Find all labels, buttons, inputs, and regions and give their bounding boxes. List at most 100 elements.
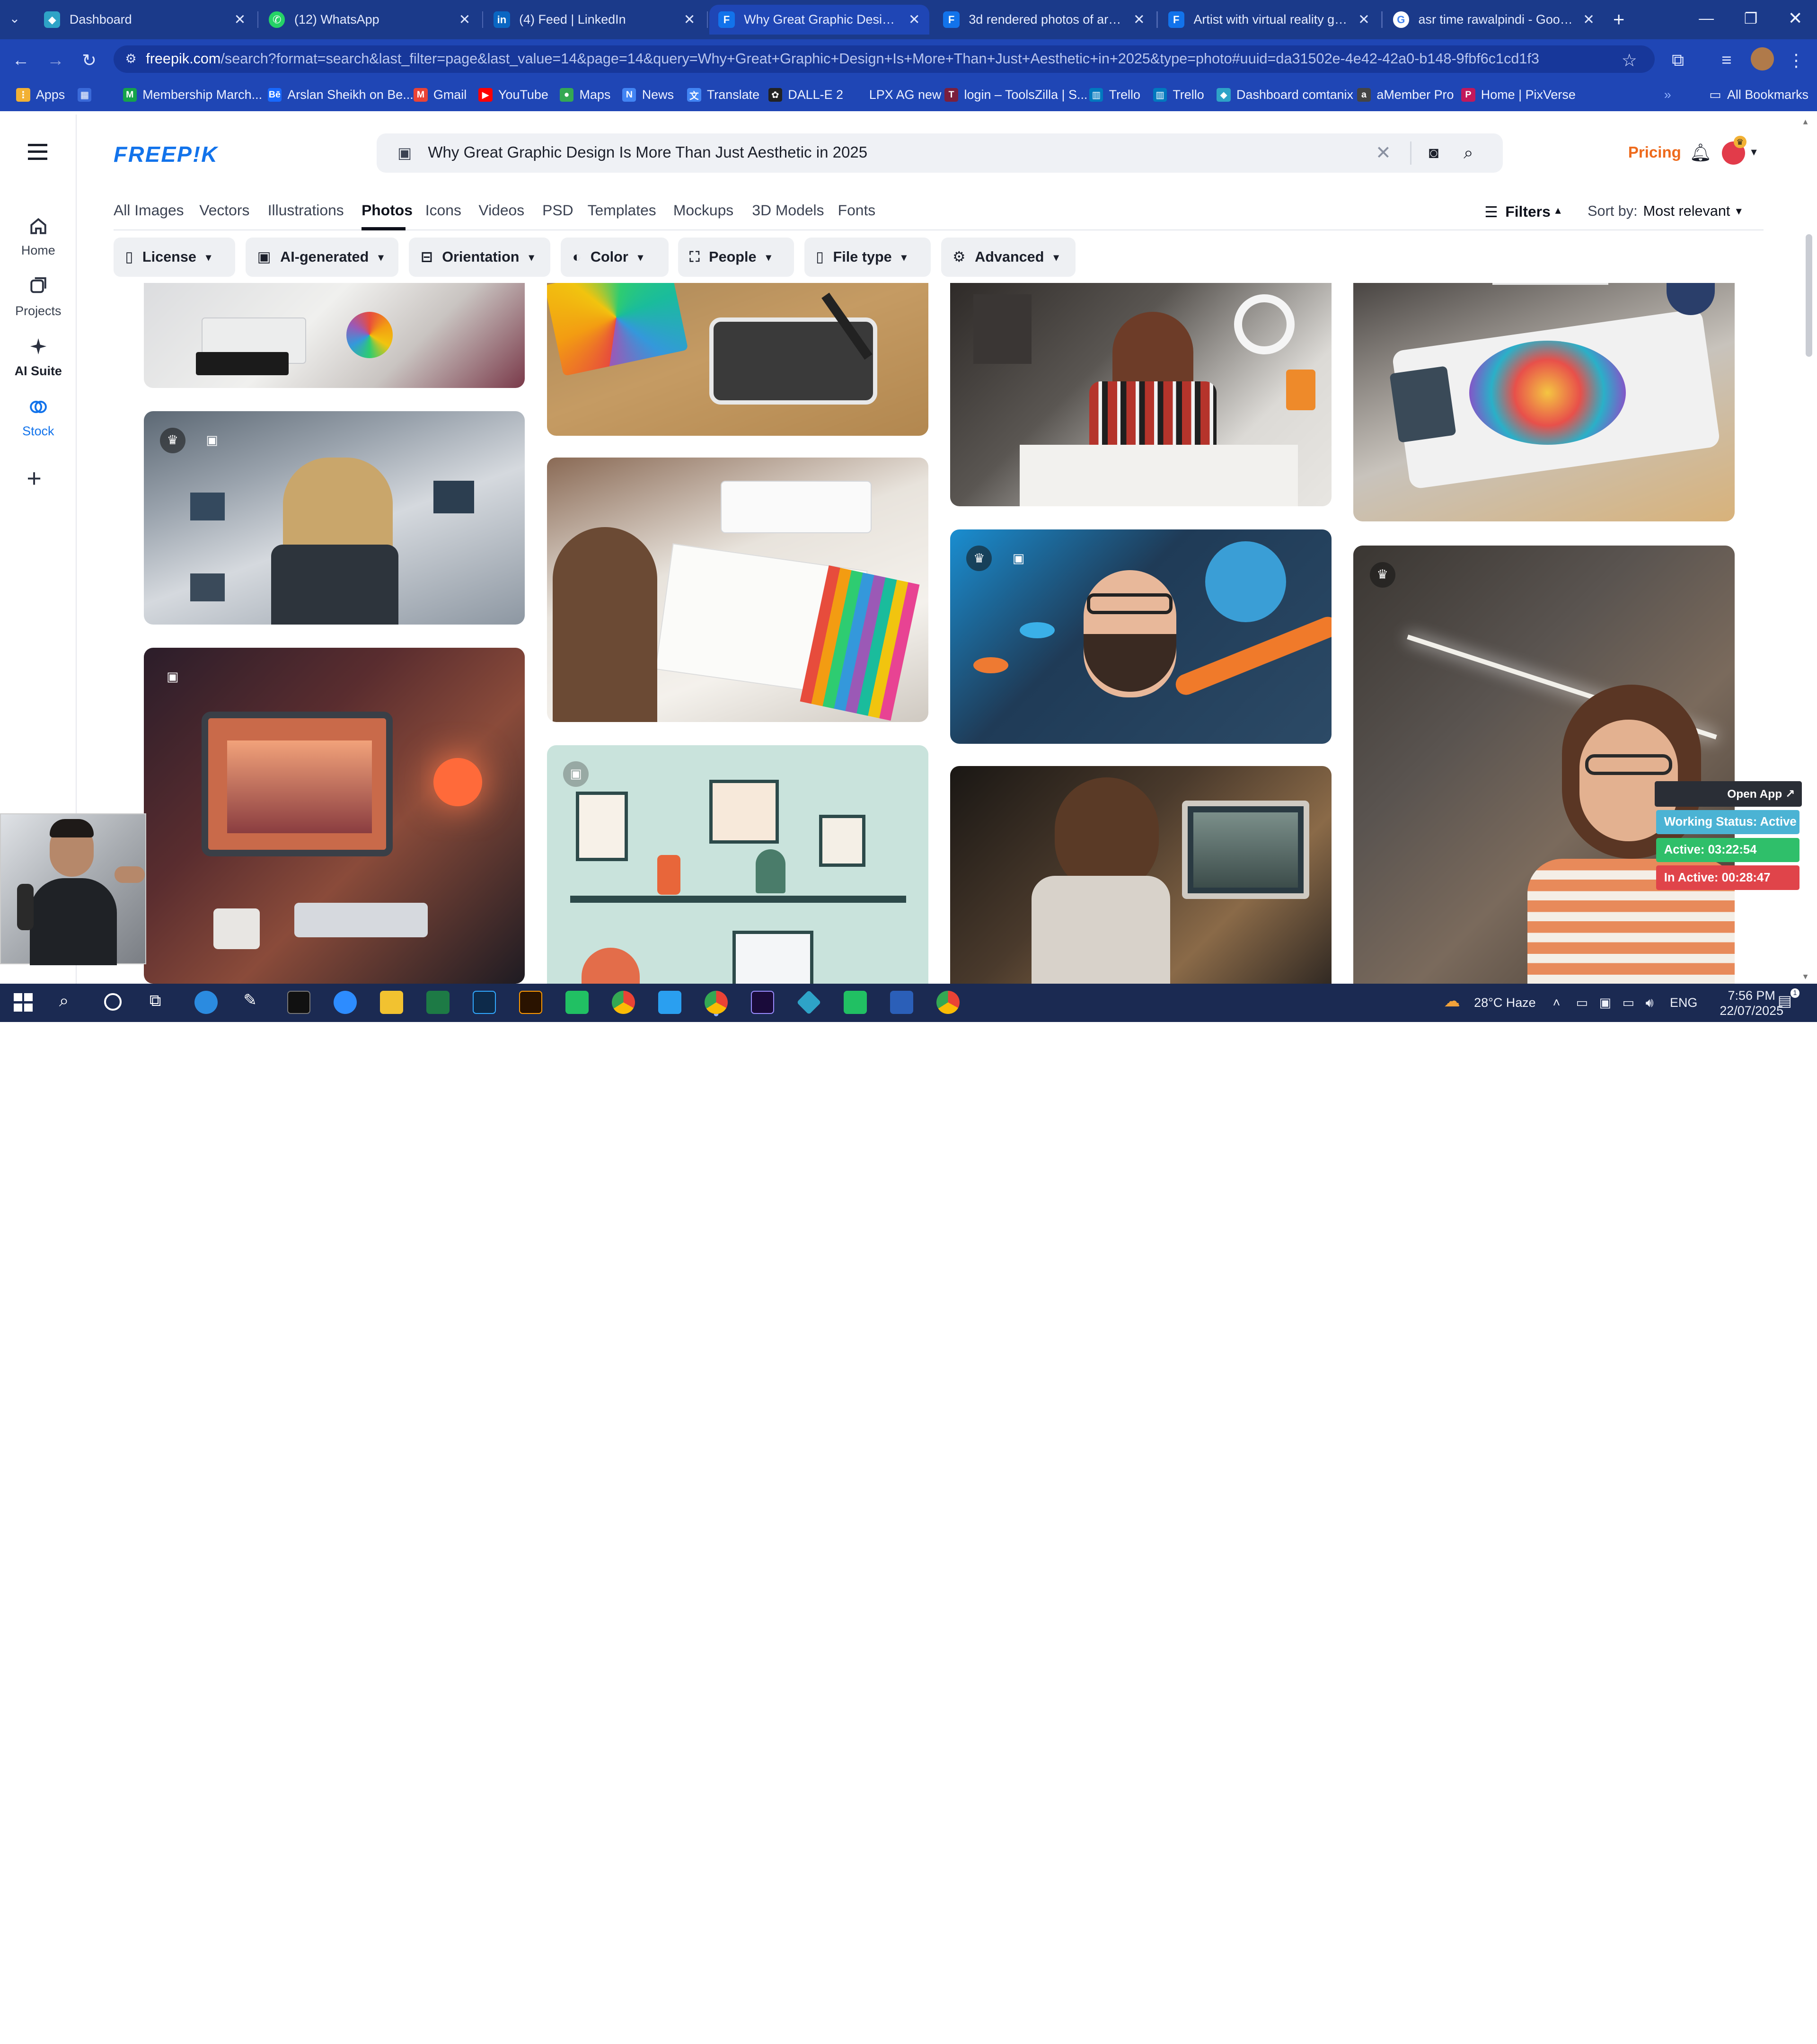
chrome-icon[interactable] <box>612 990 635 1014</box>
hamburger-menu-icon[interactable] <box>27 143 48 160</box>
tab-all-images[interactable]: All Images <box>114 202 184 219</box>
camera-search-icon[interactable]: ◙ <box>1429 144 1439 162</box>
bookmark-youtube[interactable]: ▶ YouTube <box>478 86 548 104</box>
close-icon[interactable]: ✕ <box>459 11 471 28</box>
close-icon[interactable]: ✕ <box>908 11 920 28</box>
leftnav-ai-suite[interactable]: AI Suite <box>0 336 77 379</box>
photo-illustration-art-studio[interactable]: ▣ <box>547 745 928 984</box>
chrome-active-icon[interactable] <box>704 990 728 1014</box>
tab-whatsapp[interactable]: ✆ (12) WhatsApp ✕ <box>260 5 480 35</box>
bookmark-trello-2[interactable]: ▥ Trello <box>1153 86 1204 104</box>
photo-woman-moodboard[interactable]: ♛ ▣ <box>143 411 525 625</box>
chevron-down-icon[interactable]: ▾ <box>1751 145 1756 159</box>
leftnav-projects[interactable]: Projects <box>0 276 77 318</box>
bookmark-amember[interactable]: a aMember Pro <box>1357 86 1454 104</box>
bookmark-toolszilla[interactable]: Tlogin – ToolsZilla | S... <box>944 86 1087 104</box>
filter-file-type[interactable]: ▯ File type ▾ <box>804 238 931 277</box>
address-bar[interactable]: ⚙ freepik.com/search?format=search&last_… <box>114 45 1655 73</box>
filter-license[interactable]: ▯ License ▾ <box>114 238 236 277</box>
pen-tool-icon[interactable]: ✎ <box>243 991 257 1010</box>
premiere-icon[interactable] <box>750 990 774 1014</box>
edge-icon[interactable] <box>194 990 218 1014</box>
clear-search-icon[interactable]: ✕ <box>1376 142 1391 164</box>
cortana-icon[interactable] <box>104 993 122 1011</box>
image-type-icon[interactable]: ▣ <box>397 144 412 162</box>
pricing-link[interactable]: Pricing <box>1628 144 1681 162</box>
minimize-icon[interactable]: — <box>1699 9 1714 27</box>
language-indicator[interactable]: ENG <box>1670 996 1697 1010</box>
terminal-icon[interactable] <box>287 990 311 1014</box>
chevron-up-icon[interactable]: ▴ <box>1555 203 1561 217</box>
leftnav-home[interactable]: Home <box>0 216 77 258</box>
speaker-icon[interactable]: 🔊︎ <box>1646 996 1654 1011</box>
tab-freepik-3d[interactable]: F 3d rendered photos of artist m ✕ <box>934 5 1154 35</box>
search-icon[interactable]: ⌕ <box>59 991 69 1011</box>
weather-icon[interactable]: ☁ <box>1444 992 1460 1011</box>
filters-toggle[interactable]: Filters <box>1505 203 1551 220</box>
new-tab-plus-icon[interactable]: + <box>1613 8 1624 31</box>
restore-icon[interactable]: ❐ <box>1744 9 1758 27</box>
filter-orientation[interactable]: ⊟ Orientation ▾ <box>409 238 551 277</box>
bookmark-maps[interactable]: ● Maps <box>559 86 610 104</box>
close-icon[interactable]: ✕ <box>234 11 246 28</box>
media-controls-icon[interactable]: ≡ <box>1715 49 1738 72</box>
illustrator-icon[interactable] <box>519 990 543 1014</box>
task-view-icon[interactable]: ⧉ <box>150 992 161 1010</box>
back-arrow-icon[interactable]: ← <box>9 49 33 72</box>
bookmark-grid[interactable]: ▦ <box>78 86 92 104</box>
bookmark-dashboard-comtanix[interactable]: ◆ Dashboard comtanix <box>1217 86 1353 104</box>
meet-now-icon[interactable]: ▭ <box>1576 996 1588 1010</box>
scroll-down-arrow-icon[interactable]: ▾ <box>1803 971 1808 982</box>
bell-notification-icon[interactable]: 🔔︎ <box>1690 142 1712 163</box>
screen-capture-icon[interactable]: ▣ <box>1599 996 1611 1010</box>
close-icon[interactable]: ✕ <box>1133 11 1145 28</box>
filter-people[interactable]: ⛶ People ▾ <box>678 238 794 277</box>
search-icon[interactable]: ⌕ <box>1464 143 1473 163</box>
tab-psd[interactable]: PSD <box>542 202 573 219</box>
file-explorer-icon[interactable] <box>380 990 404 1014</box>
bookmark-news[interactable]: N News <box>622 86 674 104</box>
bookmark-membership[interactable]: M Membership March... <box>123 86 262 104</box>
tab-dashboard[interactable]: ◆ Dashboard ✕ <box>35 5 255 35</box>
chrome-profile-icon[interactable] <box>936 990 960 1014</box>
star-bookmark-icon[interactable]: ☆ <box>1618 49 1641 72</box>
bookmarks-overflow-chevron-icon[interactable]: » <box>1664 86 1671 104</box>
extensions-icon[interactable]: ⧉ <box>1667 49 1690 72</box>
photo-computer-desk-lamp[interactable]: ▣ <box>143 647 525 984</box>
site-info-icon[interactable]: ⚙ <box>125 52 136 66</box>
weather-text[interactable]: 28°C Haze <box>1474 996 1535 1010</box>
browser-menu-icon[interactable]: ⋮ <box>1784 49 1808 72</box>
bookmark-pixverse[interactable]: P Home | PixVerse <box>1461 86 1576 104</box>
scroll-up-arrow-icon[interactable]: ▴ <box>1803 116 1808 127</box>
tab-google[interactable]: G asr time rawalpindi - Google Se ✕ <box>1384 5 1604 35</box>
bookmark-dalle[interactable]: ✿ DALL-E 2 <box>768 86 843 104</box>
notifications-icon[interactable]: ▤ <box>1778 992 1792 1010</box>
filter-advanced[interactable]: ⚙ Advanced ▾ <box>941 238 1076 277</box>
tab-photos[interactable]: Photos <box>362 202 413 219</box>
camtasia-recorder-icon[interactable] <box>843 990 867 1014</box>
excel-icon[interactable] <box>426 990 450 1014</box>
tab-vectors[interactable]: Vectors <box>199 202 249 219</box>
clock[interactable]: 7:56 PM 22/07/2025 <box>1720 988 1783 1019</box>
forward-arrow-icon[interactable]: → <box>44 49 67 72</box>
tab-videos[interactable]: Videos <box>478 202 524 219</box>
search-bar[interactable]: ▣ Why Great Graphic Design Is More Than … <box>376 133 1503 173</box>
word-icon[interactable] <box>890 990 913 1014</box>
freepik-logo[interactable]: FREEP!K <box>114 141 218 167</box>
add-plus-icon[interactable]: + <box>26 464 41 493</box>
page-scrollbar-thumb[interactable] <box>1805 234 1813 357</box>
reload-icon[interactable]: ↻ <box>78 49 101 72</box>
windows-start-icon[interactable] <box>14 993 33 1012</box>
close-icon[interactable]: ✕ <box>684 11 696 28</box>
bookmark-apps[interactable]: ⋮ Apps <box>16 86 65 104</box>
close-icon[interactable]: ✕ <box>1583 11 1595 28</box>
photo-color-swatches-tablet[interactable] <box>547 282 928 436</box>
tray-chevron-up-icon[interactable]: ˄ <box>1553 996 1561 1010</box>
network-icon[interactable]: ▭ <box>1623 996 1634 1010</box>
filter-ai-generated[interactable]: ▣ AI-generated ▾ <box>246 238 399 277</box>
bookmark-behance[interactable]: Bē Arslan Sheikh on Be... <box>267 86 414 104</box>
close-icon[interactable]: ✕ <box>1358 11 1370 28</box>
camtasia-icon[interactable] <box>565 990 589 1014</box>
bookmark-lpx[interactable]: LPX AG new <box>849 86 941 104</box>
photo-designer-color-wheel[interactable] <box>143 282 525 388</box>
